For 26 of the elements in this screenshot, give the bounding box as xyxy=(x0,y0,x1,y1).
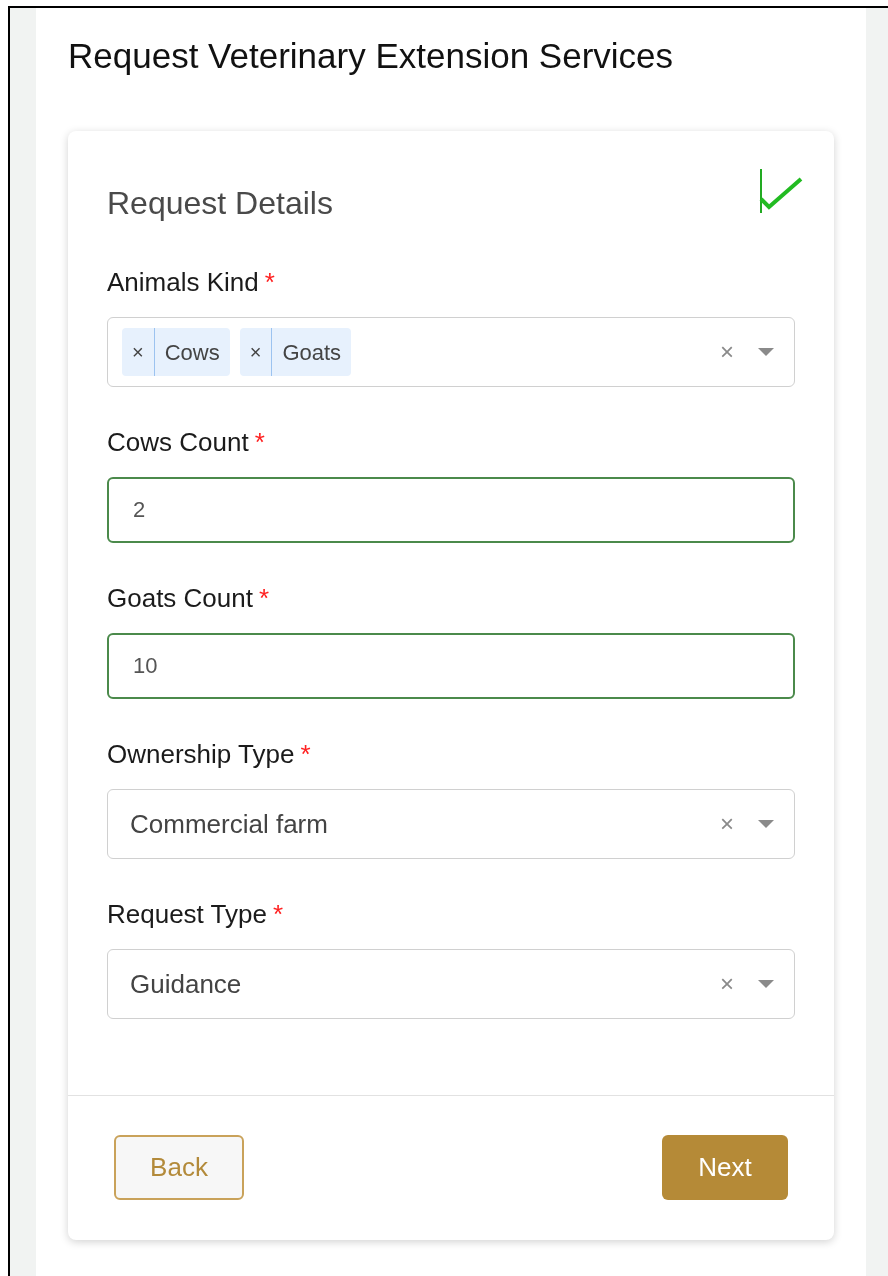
tag-label: Cows xyxy=(163,338,221,367)
tag-label: Goats xyxy=(281,338,343,367)
required-mark: * xyxy=(300,738,311,771)
tag-remove-button[interactable]: × xyxy=(122,328,155,376)
select-field[interactable]: Guidance × xyxy=(107,949,795,1019)
multi-select-field[interactable]: × Cows × Goats × xyxy=(107,317,795,387)
required-mark: * xyxy=(272,898,284,931)
field-label: Ownership Type xyxy=(107,738,295,771)
required-mark: * xyxy=(254,426,265,459)
required-mark: * xyxy=(259,582,270,615)
required-mark: * xyxy=(264,266,275,299)
dropdown-caret-icon[interactable] xyxy=(758,820,774,828)
number-input-field[interactable]: 10 xyxy=(107,633,795,699)
page-title: Request Veterinary Extension Services xyxy=(68,35,675,77)
number-input-field[interactable]: 2 xyxy=(107,477,795,543)
tag-remove-button[interactable]: × xyxy=(239,328,273,376)
section-title: Request Details xyxy=(107,184,333,223)
field-label: Request Type xyxy=(107,898,267,931)
select-value: Commercial farm xyxy=(130,807,329,841)
dropdown-caret-icon[interactable] xyxy=(758,980,774,988)
field-label: Animals Kind xyxy=(107,266,259,299)
select-value: Guidance xyxy=(130,967,243,1001)
dropdown-caret-icon[interactable] xyxy=(758,348,774,356)
field-label: Cows Count xyxy=(107,426,249,459)
field-label: Goats Count xyxy=(107,582,253,615)
select-field[interactable]: Commercial farm × xyxy=(107,789,795,859)
